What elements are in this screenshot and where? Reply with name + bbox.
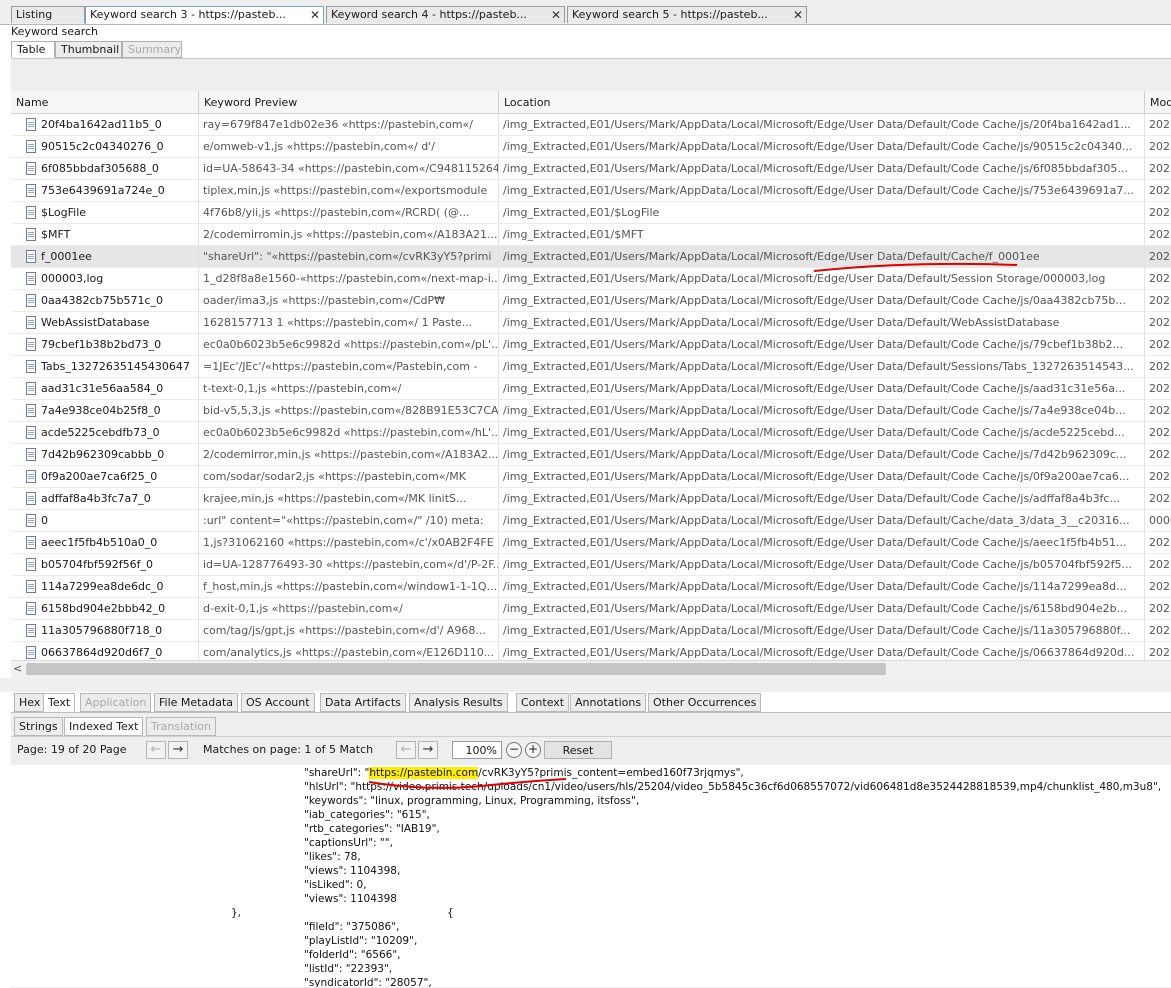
document-tab-strip: Listing Keyword search 3 - https://paste…: [0, 0, 1171, 25]
tab-text[interactable]: Text: [43, 693, 76, 712]
zoom-level-field[interactable]: 100%: [452, 741, 502, 759]
next-page-button[interactable]: →: [168, 741, 188, 759]
tab-file-metadata[interactable]: File Metadata: [154, 693, 238, 712]
indexed-text-content[interactable]: "shareUrl": "https://pastebin.com/cvRK3y…: [11, 765, 1171, 987]
tab-listing[interactable]: Listing: [11, 6, 85, 23]
tab-label: Keyword search 5 - https://pasteb...: [572, 8, 768, 21]
pane-splitter[interactable]: [0, 678, 1171, 692]
reset-zoom-button[interactable]: Reset: [544, 741, 612, 759]
tab-keyword-search-5[interactable]: Keyword search 5 - https://pasteb... ✕: [567, 6, 807, 23]
arrow-left-icon: ←: [400, 742, 412, 757]
tab-analysis-results[interactable]: Analysis Results: [409, 693, 508, 712]
tab-label: Listing: [16, 8, 53, 21]
tab-other-occurrences[interactable]: Other Occurrences: [648, 693, 762, 712]
results-toolbar: [11, 58, 1171, 91]
close-icon[interactable]: ✕: [551, 8, 561, 22]
red-annotation-underline: [368, 778, 567, 789]
close-icon[interactable]: ✕: [310, 8, 320, 22]
tab-keyword-search-3[interactable]: Keyword search 3 - https://pasteb... ✕: [85, 6, 324, 24]
tab-label: Keyword search 3 - https://pasteb...: [90, 8, 286, 21]
tab-label: Keyword search 4 - https://pasteb...: [331, 8, 527, 21]
arrow-right-icon: →: [422, 742, 434, 757]
tab-thumbnail[interactable]: Thumbnail: [55, 41, 122, 58]
scrollbar-thumb[interactable]: [26, 663, 886, 675]
red-annotation-underline: [813, 262, 1018, 272]
tab-annotations[interactable]: Annotations: [570, 693, 647, 712]
previous-match-button[interactable]: ←: [396, 741, 416, 759]
next-match-button[interactable]: →: [418, 741, 438, 759]
tab-data-artifacts[interactable]: Data Artifacts: [320, 693, 406, 712]
tab-os-account[interactable]: OS Account: [241, 693, 315, 712]
tab-hex[interactable]: Hex: [14, 693, 46, 712]
tab-strings[interactable]: Strings: [14, 717, 63, 736]
tab-table[interactable]: Table: [11, 41, 55, 58]
results-table: Name Keyword Preview Location Mod 20f4ba…: [11, 91, 1171, 660]
zoom-in-icon[interactable]: +: [525, 742, 541, 758]
tab-keyword-search-4[interactable]: Keyword search 4 - https://pasteb... ✕: [326, 6, 565, 23]
scroll-left-icon[interactable]: <: [13, 662, 22, 675]
zoom-out-icon[interactable]: −: [506, 742, 522, 758]
panel-title: Keyword search: [11, 25, 99, 38]
horizontal-scrollbar[interactable]: <: [11, 660, 1171, 678]
arrow-left-icon: ←: [150, 742, 162, 757]
tab-context[interactable]: Context: [516, 693, 570, 712]
page-indicator: Page: 19 of 20 Page: [17, 743, 127, 756]
tab-translation[interactable]: Translation: [146, 717, 216, 736]
close-icon[interactable]: ✕: [793, 8, 803, 22]
matches-indicator: Matches on page: 1 of 5 Match: [203, 743, 374, 756]
tab-application[interactable]: Application: [80, 693, 152, 712]
tab-indexed-text[interactable]: Indexed Text: [64, 717, 144, 736]
tab-summary[interactable]: Summary: [122, 41, 182, 58]
previous-page-button[interactable]: ←: [146, 741, 166, 759]
arrow-right-icon: →: [172, 742, 184, 757]
